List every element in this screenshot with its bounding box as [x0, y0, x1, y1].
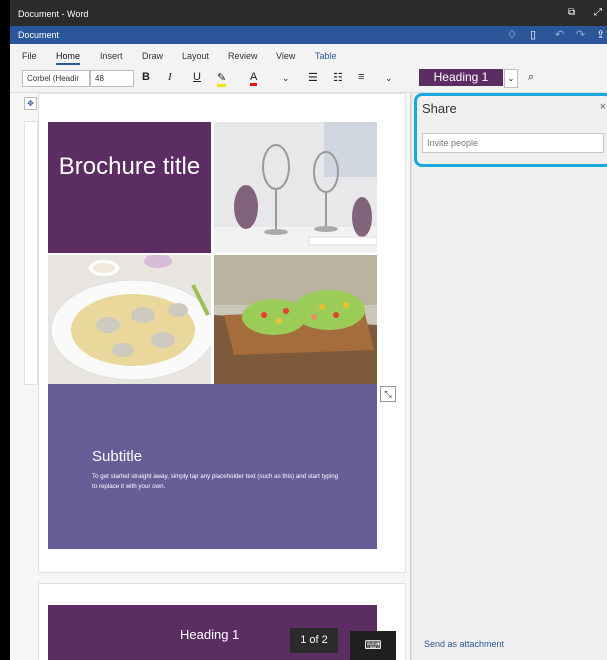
move-handle-icon[interactable]: ✥	[24, 97, 37, 110]
brochure-title-block[interactable]: Brochure title	[48, 122, 211, 253]
close-icon[interactable]: ×	[600, 101, 606, 113]
invite-people-input[interactable]: Invite people	[422, 133, 604, 153]
resize-handle-icon[interactable]: ⤡	[380, 386, 396, 402]
document-area[interactable]: ✥ Brochure title Subtitle To get started…	[10, 93, 410, 660]
salad-photo	[214, 255, 377, 384]
tab-layout[interactable]: Layout	[182, 51, 209, 61]
font-size-field[interactable]: 48	[90, 70, 134, 87]
document-bar: Document ♢ ▯ ↶ ↷ ⇪	[10, 26, 607, 44]
tab-home[interactable]: Home	[56, 51, 81, 65]
glasses-photo	[214, 122, 377, 253]
expand-icon[interactable]: ⤢	[594, 7, 602, 18]
restore-icon[interactable]: ⧉	[568, 7, 575, 18]
underline-button[interactable]: U	[193, 71, 201, 83]
tab-file[interactable]: File	[22, 51, 37, 61]
bullets-icon[interactable]: ☰	[308, 71, 318, 84]
ribbon-tabs: File Home Insert Draw Layout Review View…	[10, 44, 607, 66]
send-as-attachment-link[interactable]: Send as attachment	[424, 639, 504, 649]
tab-view[interactable]: View	[276, 51, 295, 61]
redo-icon[interactable]: ↷	[576, 28, 585, 41]
subtitle-block[interactable]: Subtitle To get started straight away, s…	[48, 384, 377, 549]
margin-strip	[24, 121, 38, 385]
glasses-illustration	[214, 122, 377, 253]
search-icon[interactable]: ⌕	[528, 71, 534, 84]
share-icon[interactable]: ⇪	[596, 28, 605, 41]
highlight-icon[interactable]: ✎	[217, 71, 227, 87]
heading-text[interactable]: Heading 1	[180, 627, 239, 642]
layout-icon[interactable]: ▯	[530, 28, 536, 41]
numbering-icon[interactable]: ☷	[333, 71, 343, 84]
window-title: Document - Word	[18, 9, 89, 19]
tab-table[interactable]: Table	[315, 51, 337, 61]
document-name: Document	[18, 30, 60, 40]
body-text[interactable]: To get started straight away, simply tap…	[92, 472, 342, 492]
undo-icon[interactable]: ↶	[555, 28, 564, 41]
chevron-down-icon[interactable]: ⌄	[385, 73, 393, 84]
align-icon[interactable]: ≡	[358, 71, 364, 83]
lightbulb-icon[interactable]: ♢	[507, 28, 517, 41]
tab-draw[interactable]: Draw	[142, 51, 163, 61]
share-heading: Share	[422, 101, 457, 116]
tab-review[interactable]: Review	[228, 51, 258, 61]
ribbon-toolbar: Corbel (Headir 48 B I U ✎ A ⌄ ☰ ☷ ≡ ⌄ He…	[10, 66, 607, 93]
subtitle-text[interactable]: Subtitle	[92, 448, 142, 465]
page-counter: 1 of 2	[290, 628, 338, 653]
share-pane: Share × Invite people Send as attachment	[411, 93, 607, 660]
chevron-down-icon[interactable]: ⌄	[282, 73, 290, 84]
tab-insert[interactable]: Insert	[100, 51, 123, 61]
font-name-field[interactable]: Corbel (Headir	[22, 70, 90, 87]
word-window: Document - Word ⧉ ⤢ Document ♢ ▯ ↶ ↷ ⇪ F…	[10, 0, 607, 660]
style-selector[interactable]: Heading 1	[419, 69, 503, 86]
italic-button[interactable]: I	[168, 71, 172, 83]
title-bar: Document - Word ⧉ ⤢	[10, 0, 607, 26]
brochure-title[interactable]: Brochure title	[48, 145, 211, 188]
pasta-illustration	[48, 255, 211, 384]
font-color-button[interactable]: A	[250, 71, 258, 86]
salad-illustration	[214, 255, 377, 384]
chevron-down-icon[interactable]: ⌄	[504, 69, 518, 88]
pasta-photo	[48, 255, 211, 384]
bold-button[interactable]: B	[142, 71, 150, 83]
keyboard-icon[interactable]: ⌨	[350, 631, 396, 660]
